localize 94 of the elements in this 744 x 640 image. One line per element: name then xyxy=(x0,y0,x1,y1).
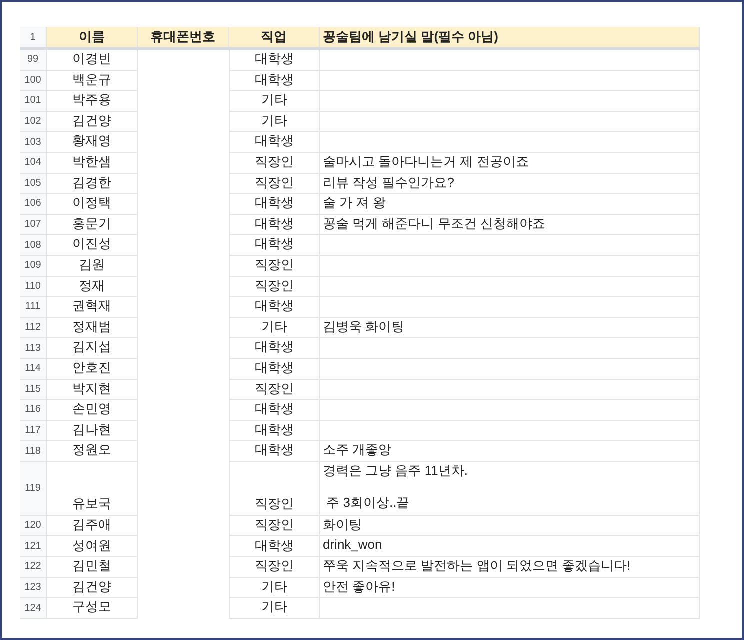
table-cell: 김나현 xyxy=(47,420,138,442)
row-number: 101 xyxy=(20,91,47,112)
table-cell: 대학생 xyxy=(229,132,320,153)
table-cell: 김민철 xyxy=(47,557,138,578)
table-cell: 홍문기 xyxy=(47,214,138,236)
table-cell: 이진성 xyxy=(47,235,138,256)
table-cell: 소주 개좋앙 xyxy=(320,441,700,462)
table-cell: 리뷰 작성 필수인가요? xyxy=(320,174,700,194)
row-number: 120 xyxy=(20,516,47,536)
table-cell: 기타 xyxy=(229,578,320,598)
table-cell: 대학생 xyxy=(229,400,320,421)
table-cell: 김병욱 화이팅 xyxy=(320,318,700,338)
table-cell: 손민영 xyxy=(47,400,138,421)
table-cell: 기타 xyxy=(229,318,320,338)
table-cell: 경력은 그냥 음주 11년차. 주 3회이상..끝 xyxy=(320,462,700,516)
table-cell: 술마시고 돌아다니는거 제 전공이죠 xyxy=(320,152,700,174)
table-cell: 화이팅 xyxy=(320,516,700,536)
row-number: 122 xyxy=(20,557,47,578)
table-cell: 대학생 xyxy=(229,50,320,71)
row-number: 115 xyxy=(20,380,47,400)
table-cell: 김건양 xyxy=(47,578,138,598)
table-cell: 대학생 xyxy=(229,297,320,318)
row-number: 105 xyxy=(20,174,47,194)
table-cell: 술 가 져 왕 xyxy=(320,194,700,215)
table-cell: 박지현 xyxy=(47,380,138,400)
row-number: 121 xyxy=(20,536,47,558)
column-header: 휴대폰번호 xyxy=(138,27,229,47)
table-cell: 김건양 xyxy=(47,112,138,132)
row-number: 103 xyxy=(20,132,47,153)
row-number: 107 xyxy=(20,214,47,236)
table-cell: 안전 좋아유! xyxy=(320,578,700,598)
table-cell: 김지섭 xyxy=(47,338,138,359)
table-cell: 직장인 xyxy=(229,516,320,536)
row-number: 109 xyxy=(20,256,47,277)
row-number: 99 xyxy=(20,50,47,71)
table-cell: 직장인 xyxy=(229,557,320,578)
table-cell: 박한샘 xyxy=(47,152,138,174)
table-cell: 대학생 xyxy=(229,235,320,256)
table-cell: 기타 xyxy=(229,91,320,112)
table-cell: 대학생 xyxy=(229,338,320,359)
row-number: 124 xyxy=(20,598,47,619)
table-cell: 대학생 xyxy=(229,194,320,215)
table-cell: 권혁재 xyxy=(47,297,138,318)
row-number: 123 xyxy=(20,578,47,598)
row-number: 116 xyxy=(20,400,47,421)
row-number: 117 xyxy=(20,420,47,442)
table-cell: drink_won xyxy=(320,536,700,558)
table-cell: 백운규 xyxy=(47,70,138,92)
table-cell: 대학생 xyxy=(229,536,320,558)
table-cell: 박주용 xyxy=(47,91,138,112)
table-cell: 직장인 xyxy=(229,462,320,516)
row-number: 100 xyxy=(20,70,47,92)
table-cell: 이정택 xyxy=(47,194,138,215)
table-cell: 직장인 xyxy=(229,276,320,298)
table-cell: 대학생 xyxy=(229,358,320,380)
table-cell: 김경한 xyxy=(47,174,138,194)
table-cell: 기타 xyxy=(229,598,320,619)
column-header: 직업 xyxy=(229,27,320,47)
table-cell: 꽁술 먹게 해준다니 무조건 신청해야죠 xyxy=(320,214,700,236)
table-cell: 대학생 xyxy=(229,214,320,236)
table-cell: 이경빈 xyxy=(47,50,138,71)
row-number: 108 xyxy=(20,235,47,256)
table-cell: 김주애 xyxy=(47,516,138,536)
row-number: 118 xyxy=(20,441,47,462)
table-cell: 대학생 xyxy=(229,420,320,442)
row-number: 113 xyxy=(20,338,47,359)
table-cell: 직장인 xyxy=(229,174,320,194)
row-number: 1 xyxy=(20,27,47,47)
table-cell: 성여원 xyxy=(47,536,138,558)
table-cell: 김원 xyxy=(47,256,138,277)
row-number: 106 xyxy=(20,194,47,215)
table-cell: 쭈욱 지속적으로 발전하는 앱이 되었으면 좋겠습니다! xyxy=(320,557,700,578)
table-cell: 안호진 xyxy=(47,358,138,380)
row-number: 111 xyxy=(20,297,47,318)
table-cell: 유보국 xyxy=(47,462,138,516)
table-cell: 대학생 xyxy=(229,441,320,462)
table-cell: 정재범 xyxy=(47,318,138,338)
row-number: 110 xyxy=(20,276,47,298)
column-header: 이름 xyxy=(47,27,138,47)
table-cell: 황재영 xyxy=(47,132,138,153)
table-cell: 직장인 xyxy=(229,380,320,400)
table-cell: 대학생 xyxy=(229,70,320,92)
table-cell: 직장인 xyxy=(229,256,320,277)
table-cell: 구성모 xyxy=(47,598,138,619)
row-number: 114 xyxy=(20,358,47,380)
table-cell: 정원오 xyxy=(47,441,138,462)
table-cell: 정재 xyxy=(47,276,138,298)
row-number: 102 xyxy=(20,112,47,132)
row-number: 104 xyxy=(20,152,47,174)
column-header: 꽁술팀에 남기실 말(필수 아님) xyxy=(320,27,700,47)
row-number: 112 xyxy=(20,318,47,338)
row-number: 119 xyxy=(20,462,47,516)
table-cell: 직장인 xyxy=(229,152,320,174)
table-cell: 기타 xyxy=(229,112,320,132)
